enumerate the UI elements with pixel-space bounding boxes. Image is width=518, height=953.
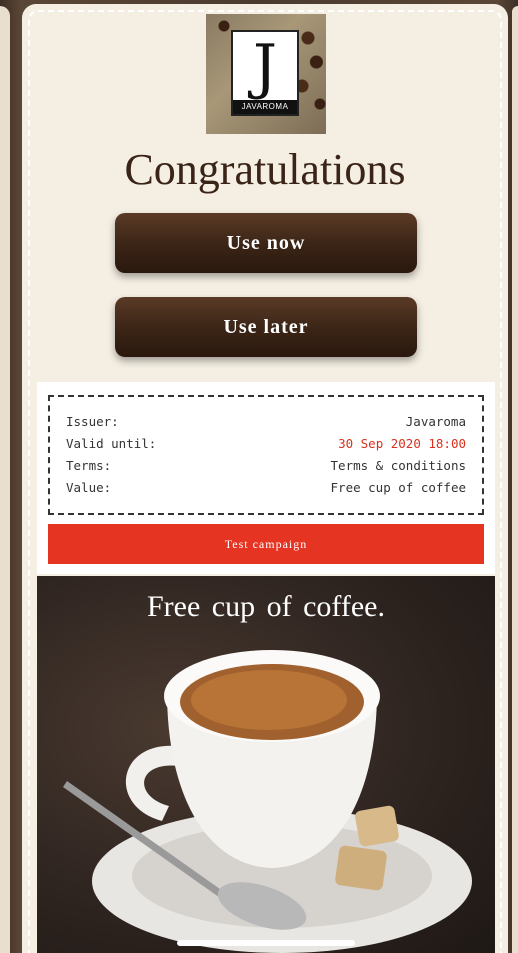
campaign-banner: Test campaign — [48, 524, 484, 564]
detail-value: Free cup of coffee — [330, 480, 466, 495]
coffee-crema — [191, 670, 347, 730]
logo-letter: J — [252, 32, 278, 102]
use-later-button[interactable]: Use later — [115, 297, 417, 357]
detail-value: 30 Sep 2020 18:00 — [338, 436, 466, 451]
terms-link[interactable]: Terms & conditions — [331, 455, 466, 477]
home-indicator[interactable] — [177, 940, 355, 946]
detail-label: Valid until: — [66, 436, 157, 451]
app-frame: J JAVAROMA Congratulations Use now Use l… — [0, 0, 518, 953]
coffee-photo: Free cup of coffee. — [37, 576, 495, 953]
sugar-cube — [355, 805, 399, 847]
javaroma-logo: J JAVAROMA — [206, 14, 326, 134]
promo-caption: Free cup of coffee. — [147, 590, 385, 623]
coupon-details-panel: Issuer: Javaroma Valid until: 30 Sep 202… — [37, 382, 495, 574]
detail-label: Terms: — [66, 458, 112, 473]
cup-handle — [125, 745, 179, 821]
detail-row-valid-until: Valid until: 30 Sep 2020 18:00 — [66, 433, 466, 455]
coffee-cup-illustration — [63, 650, 472, 953]
detail-value: Javaroma — [405, 414, 466, 429]
detail-row-value: Value: Free cup of coffee — [66, 477, 466, 499]
coupon-card: J JAVAROMA Congratulations Use now Use l… — [22, 4, 508, 953]
coupon-details: Issuer: Javaroma Valid until: 30 Sep 202… — [48, 395, 484, 515]
sugar-cube — [335, 845, 387, 891]
detail-label: Value: — [66, 480, 112, 495]
next-card-edge[interactable] — [512, 6, 518, 953]
detail-row-terms: Terms: Terms & conditions — [66, 455, 466, 477]
detail-row-issuer: Issuer: Javaroma — [66, 411, 466, 433]
detail-label: Issuer: — [66, 414, 119, 429]
use-now-button[interactable]: Use now — [115, 213, 417, 273]
previous-card-edge[interactable] — [0, 6, 10, 953]
page-title: Congratulations — [124, 145, 406, 194]
logo-badge: J JAVAROMA — [231, 30, 299, 116]
logo-wordmark: JAVAROMA — [233, 100, 297, 114]
